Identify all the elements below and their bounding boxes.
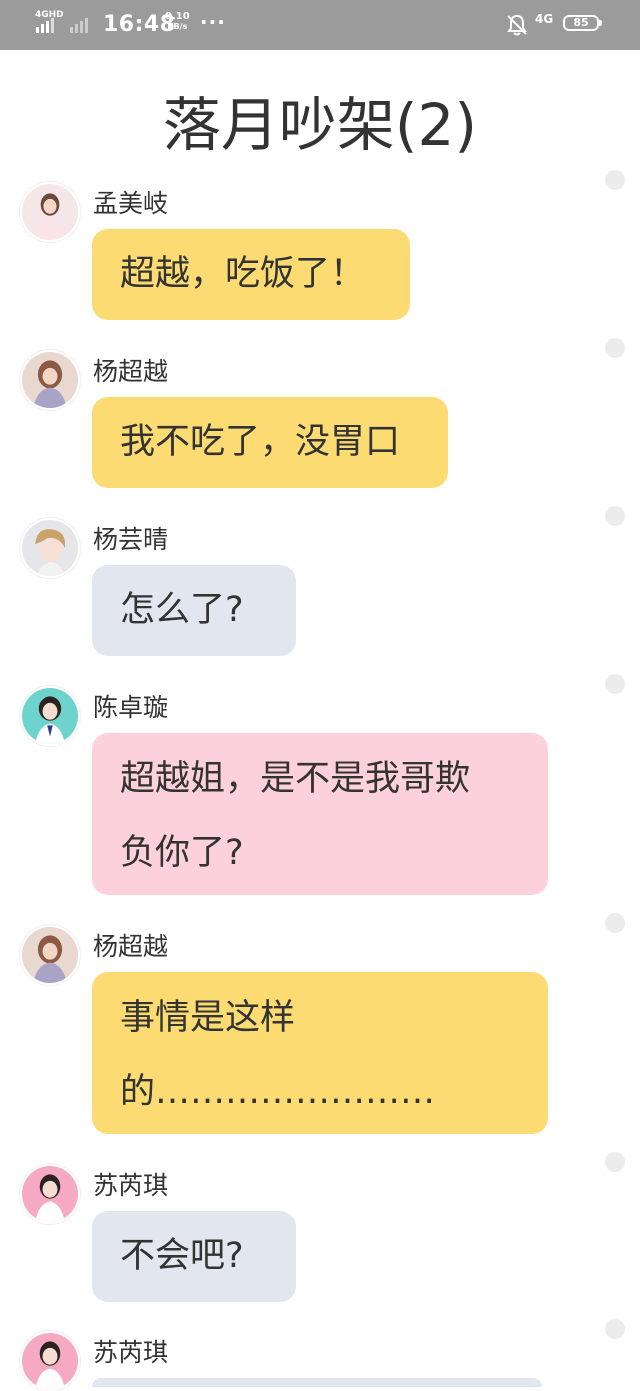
message-text: 超越，吃饭了！ (120, 254, 366, 294)
avatar-image (22, 688, 78, 744)
avatar[interactable] (20, 518, 80, 578)
avatar-image (22, 352, 78, 408)
read-status-dot (605, 506, 625, 526)
avatar[interactable] (20, 686, 80, 746)
avatar[interactable] (20, 182, 80, 242)
message-text: 不会吧? (120, 1236, 244, 1276)
read-status-dot (605, 1319, 625, 1339)
avatar-image (22, 927, 78, 983)
message-text: 我不吃了，没胃口 (120, 422, 401, 462)
message-bubble[interactable]: 超越姐，是不是我哥欺 负你了? (92, 733, 548, 895)
avatar[interactable] (20, 350, 80, 410)
sender-name: 杨超越 (93, 932, 169, 961)
message-bubble[interactable]: 我不吃了，没胃口 (92, 397, 448, 488)
sender-name: 苏芮琪 (93, 1338, 169, 1367)
sender-name: 杨超越 (93, 357, 169, 386)
sender-name: 苏芮琪 (93, 1171, 169, 1200)
message-text: 怎么了? (120, 590, 244, 630)
avatar-image (22, 1166, 78, 1222)
signal-icon (36, 18, 88, 33)
network-speed: 0.10 KB/s (165, 11, 190, 32)
sender-name: 杨芸晴 (93, 525, 169, 554)
message-bubble[interactable]: 事情是这样 的…………………… (92, 972, 548, 1134)
read-status-dot (605, 913, 625, 933)
read-status-dot (605, 674, 625, 694)
sender-name: 陈卓璇 (93, 693, 169, 722)
page-title: 落月吵架(2) (162, 91, 478, 159)
read-status-dot (605, 170, 625, 190)
message-bubble[interactable]: 不会吧? (92, 1211, 296, 1302)
message-text: 负你了? (120, 833, 244, 873)
message-bubble[interactable]: 超越，吃饭了！ (92, 229, 410, 320)
network-type-right: 4G (535, 12, 554, 26)
avatar[interactable] (20, 1331, 80, 1391)
battery-icon: 85 (563, 15, 602, 31)
message-bubble[interactable]: 怎么了? (92, 565, 296, 656)
more-notifications-icon: ··· (200, 10, 226, 34)
message-text: 事情是这样 (120, 998, 296, 1038)
avatar-image (22, 1333, 78, 1389)
message-text: 超越姐，是不是我哥欺 (120, 759, 471, 799)
avatar-image (22, 520, 78, 576)
avatar-image (22, 184, 78, 240)
avatar[interactable] (20, 925, 80, 985)
message-text: 的…………………… (120, 1072, 436, 1112)
bell-muted-icon (507, 14, 527, 36)
message-bubble-partial[interactable] (92, 1378, 542, 1387)
avatar[interactable] (20, 1164, 80, 1224)
status-bar: 4GHD 16:48 0.10 KB/s ··· 4G 85 (0, 0, 640, 50)
read-status-dot (605, 338, 625, 358)
read-status-dot (605, 1152, 625, 1172)
sender-name: 孟美岐 (93, 189, 169, 218)
